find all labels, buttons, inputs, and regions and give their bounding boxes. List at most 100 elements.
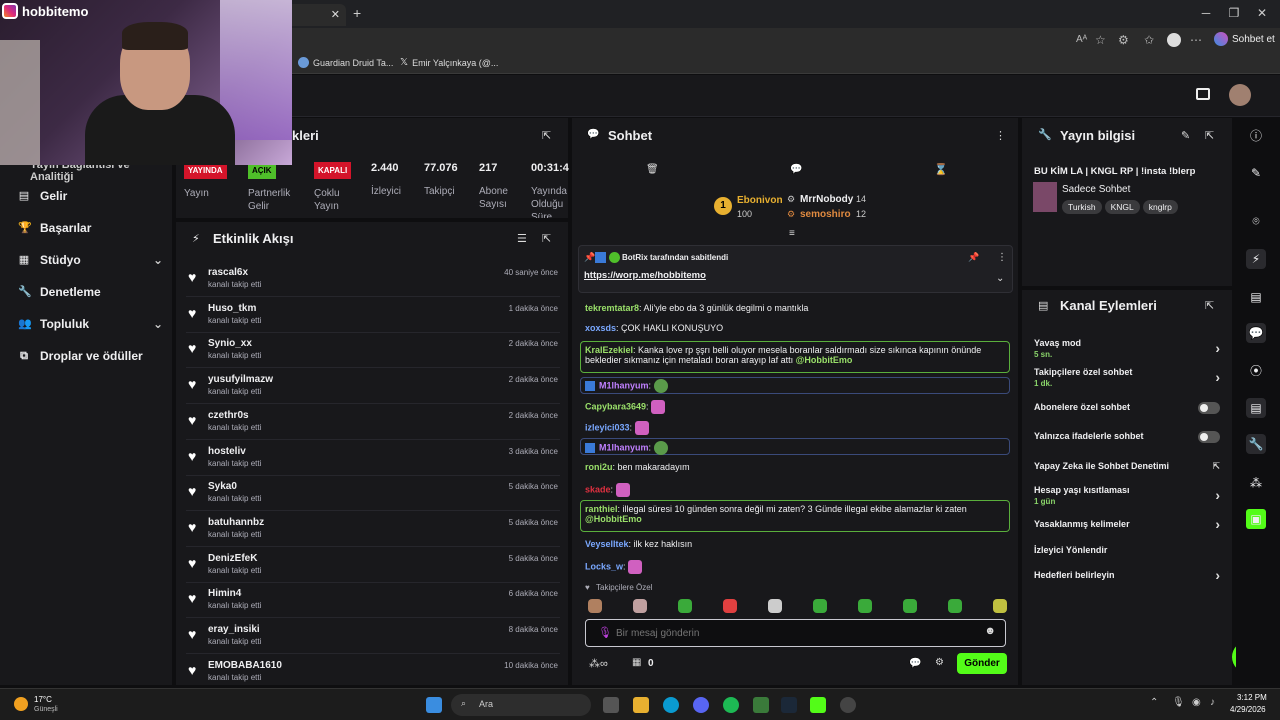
spotify-icon[interactable] [723,697,739,713]
hourglass-icon[interactable]: ⌛ [934,163,948,176]
favorite-icon[interactable]: ☆ [1095,33,1106,47]
chat-username[interactable]: izleyici033 [585,422,630,432]
store-icon[interactable]: ▦ [632,657,641,668]
unpin-icon[interactable]: 📌 [968,252,979,263]
chat-username[interactable]: ranthiel [585,504,618,514]
filter-icon[interactable]: ☰ [517,232,527,245]
chat-users-icon[interactable]: 💬 [909,658,921,669]
popout-icon[interactable]: ⇱ [542,129,551,142]
tab-close-icon[interactable]: ✕ [331,8,340,21]
emotes-only-toggle[interactable] [1198,431,1220,443]
activity-item[interactable]: ♥ batuhannbz kanalı takip etti 5 dakika önc… [186,513,560,547]
action-ai-moderation[interactable]: Yapay Zeka ile Sohbet Denetimi ⇱ [1034,461,1220,471]
file-explorer-icon[interactable] [633,697,649,713]
favorites-bar-icon[interactable]: ✩ [1144,33,1154,47]
chat-mention[interactable]: @HobbitEmo [796,355,853,365]
activity-item[interactable]: ♥ EMOBABA1610 kanalı takip etti 10 dakika ö… [186,656,560,690]
popout-icon[interactable]: ⇱ [1205,299,1214,312]
tag[interactable]: Turkish [1062,200,1102,214]
activity-item[interactable]: ♥ yusufyilmazw kanalı takip etti 2 dakika ö… [186,370,560,405]
chat-icon[interactable]: 💬 [790,164,802,175]
camera-icon[interactable]: ⌾ [1246,211,1266,231]
chat-username[interactable]: M1lhanyum [599,380,649,390]
volume-icon[interactable]: ♪ [1210,697,1215,708]
sidebar-item-revenue[interactable]: ▤ Gelir [18,189,163,203]
community-icon[interactable]: ⁂ [1246,473,1266,493]
emote-icon[interactable] [948,599,962,613]
copilot-button[interactable]: Sohbet et [1214,32,1275,46]
chat-message[interactable]: xoxsds: ÇOK HAKLI KONUŞUYO [585,323,1005,333]
chat-username[interactable]: roni2u [585,462,613,472]
settings-gear-icon[interactable]: ⚙ [935,657,944,668]
activity-item[interactable]: ♥ hosteliv kanalı takip etti 3 dakika önce [186,442,560,476]
chat-message[interactable]: roni2u: ben makaradayım [585,462,1005,472]
chat-message[interactable]: skade: [585,483,1005,497]
action-account-age[interactable]: Hesap yaşı kısıtlaması 1 gün › [1034,485,1220,506]
emote-icon[interactable] [723,599,737,613]
emote-icon[interactable] [903,599,917,613]
popout-icon[interactable]: ⇱ [1205,129,1214,142]
taskbar-search[interactable]: Ara ⌕ [451,694,591,716]
sidebar-item-achievements[interactable]: 🏆 Başarılar [18,221,163,235]
pinned-more-icon[interactable]: ⋮ [997,252,1007,263]
action-followers-only[interactable]: Takipçilere özel sohbet 1 dk. › [1034,367,1220,388]
kick-icon[interactable] [810,697,826,713]
bookmark-item[interactable]: 𝕏 Emir Yalçınkaya (@... [400,57,498,68]
minimize-icon[interactable]: ─ [1196,6,1216,20]
discord-icon[interactable] [693,697,709,713]
tag[interactable]: KNGL [1104,200,1140,214]
activity-item[interactable]: ♥ eray_insiki kanalı takip etti 8 dakika ön… [186,620,560,654]
pinned-link[interactable]: https://worp.me/hobbitemo [584,270,706,281]
emote-icon[interactable] [993,599,1007,613]
action-banned-words[interactable]: Yasaklanmış kelimeler › [1034,516,1220,532]
activity-item[interactable]: ♥ Himin4 kanalı takip etti 6 dakika önce [186,584,560,619]
activity-item[interactable]: ♥ Syka0 kanalı takip etti 5 dakika önce [186,477,560,512]
chat-input-box[interactable]: 🎙 ☻ [585,619,1006,647]
chat-username[interactable]: M1lhanyum [599,442,649,452]
action-subs-only[interactable]: Abonelere özel sohbet [1034,402,1220,414]
emoji-icon[interactable]: ☻ [984,625,996,637]
emote-icon[interactable] [858,599,872,613]
action-slow-mode[interactable]: Yavaş mod 5 sn. › [1034,338,1220,359]
sidebar-item-drops[interactable]: ⧉ Droplar ve ödüller [18,349,163,363]
more-icon[interactable]: ⋯ [1190,33,1202,47]
send-button[interactable]: Gönder [957,653,1007,674]
activity-item[interactable]: ♥ czethr0s kanalı takip etti 2 dakika önce [186,406,560,440]
chat-message[interactable]: tekremtatar8: Ali'yle ebo da 3 günlük de… [585,303,1005,313]
actions-icon[interactable]: ▤ [1246,398,1266,418]
chat-username[interactable]: xoxsds [585,323,616,333]
emote-icon[interactable] [588,599,602,613]
chat-username[interactable]: tekremtatar8 [585,303,639,313]
document-icon[interactable]: ▤ [1246,287,1266,307]
new-tab-button[interactable]: + [353,5,361,21]
collapse-icon[interactable]: ≡ [789,228,795,239]
emote-icon[interactable] [678,599,692,613]
trash-icon[interactable]: 🗑 [646,164,659,175]
activity-item[interactable]: ♥ Huso_tkm kanalı takip etti 1 dakika önce [186,299,560,333]
mic-tray-icon[interactable]: 🎙 [1172,697,1185,708]
steam-icon[interactable] [781,697,797,713]
chat-message[interactable]: KralEzekiel: Kanka love rp şşrı belli ol… [585,345,1005,365]
chat-message[interactable]: Locks_w: [585,560,1005,574]
chat-message[interactable]: Capybara3649: [585,400,1005,414]
notifications-icon[interactable] [1196,88,1210,100]
activity-item[interactable]: ♥ DenizEfeK kanalı takip etti 5 dakika önce [186,549,560,583]
emote-icon[interactable] [633,599,647,613]
excel-icon[interactable] [753,697,769,713]
chat-message[interactable]: Veyselltek: ilk kez haklısın [585,539,1005,549]
emote-icon[interactable] [813,599,827,613]
sidebar-item-community[interactable]: 👥 Topluluk ⌄ [18,317,163,331]
emote-icon[interactable] [768,599,782,613]
user-avatar[interactable] [1229,84,1251,106]
sidebar-item-studio[interactable]: ▦ Stüdyo ⌄ [18,253,163,267]
chat-username[interactable]: Veyselltek [585,539,629,549]
chat-mention[interactable]: @HobbitEmo [585,514,642,524]
bookmark-item[interactable]: Guardian Druid Ta... [298,57,393,68]
action-goals[interactable]: Hedefleri belirleyin › [1034,567,1220,583]
chat-message[interactable]: M1lhanyum: [585,379,1005,393]
tray-chevron-icon[interactable]: ⌃ [1150,697,1158,708]
subs-only-toggle[interactable] [1198,402,1220,414]
chat-icon[interactable]: 💬 [1246,323,1266,343]
lightning-icon[interactable]: ⚡ [1246,249,1266,269]
chat-message[interactable]: M1lhanyum: [585,441,1005,455]
